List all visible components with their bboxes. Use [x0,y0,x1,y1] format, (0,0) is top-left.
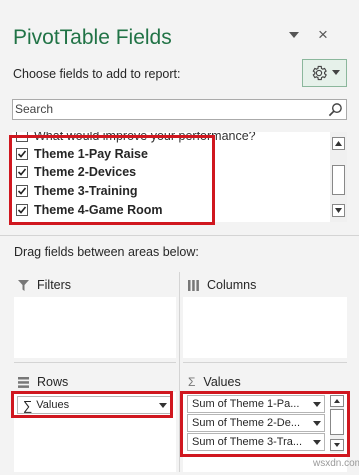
scroll-thumb[interactable] [332,165,345,195]
columns-area-header: Columns [188,278,256,292]
rows-icon [18,376,29,388]
pane-title: PivotTable Fields [13,26,172,49]
values-label: Values [203,375,241,389]
divider [14,362,176,363]
columns-icon [188,279,199,291]
drag-fields-label: Drag fields between areas below: [14,245,199,259]
search-input[interactable]: Search [12,99,347,120]
tools-button[interactable] [302,59,347,87]
choose-fields-label: Choose fields to add to report: [13,67,181,81]
scroll-up-button[interactable] [332,137,345,150]
field-list-scrollbar[interactable] [330,132,347,222]
close-icon[interactable]: × [318,26,328,43]
rows-area-header: Rows [18,375,68,389]
highlight-box [11,391,173,418]
highlight-box [9,135,215,225]
filter-icon [18,279,29,291]
values-area-header: Σ Values [188,375,241,389]
watermark: wsxdn.com [313,458,359,469]
highlight-box [180,391,350,457]
filters-drop-area[interactable] [14,297,176,358]
chevron-down-icon [335,208,342,213]
search-placeholder: Search [15,102,54,116]
filters-label: Filters [37,278,72,292]
sigma-icon: Σ [188,375,196,389]
rows-label: Rows [37,375,69,389]
gear-icon [312,65,327,81]
search-icon [328,103,342,117]
chevron-up-icon [335,141,342,146]
columns-drop-area[interactable] [183,297,347,358]
divider [0,235,359,236]
chevron-down-icon[interactable] [288,30,300,40]
scroll-down-button[interactable] [332,204,345,217]
chevron-down-icon [331,70,340,75]
divider [183,362,347,363]
columns-label: Columns [207,278,257,292]
filters-area-header: Filters [18,278,71,292]
